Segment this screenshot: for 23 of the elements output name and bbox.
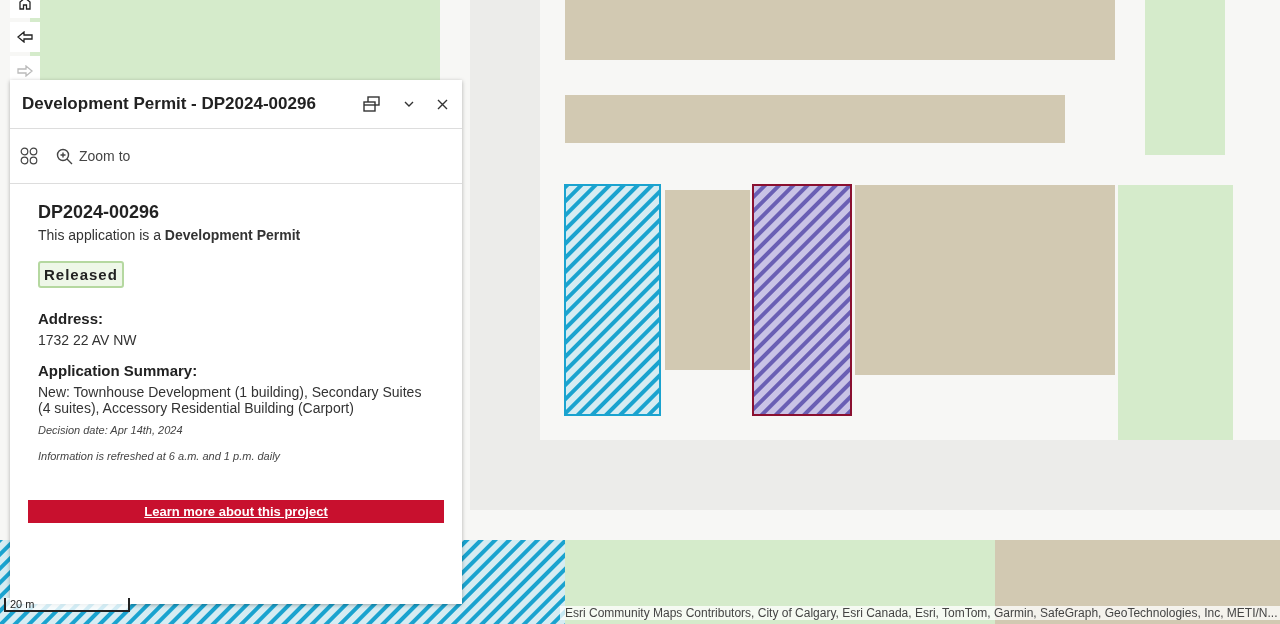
application-type-text: This application is a Development Permit: [38, 227, 301, 243]
home-icon: [18, 0, 32, 10]
forward-arrow-icon: [17, 65, 33, 77]
zoom-in-icon: [56, 147, 73, 165]
status-badge: Released: [38, 261, 124, 288]
dock-icon[interactable]: [363, 96, 381, 112]
zoom-to-button[interactable]: Zoom to: [56, 147, 131, 165]
note-text: Decision date: Apr 14th, 2024: [38, 424, 183, 437]
learn-more-link[interactable]: Learn more about this project: [28, 500, 444, 524]
popup-title: Development Permit - DP2024-00296: [22, 94, 317, 114]
field-value: New: Townhouse Development (1 building), Secondary Suites (4 suites), Accessory Residential Building (Carport): [38, 384, 422, 417]
attribution-text: Esri Community Maps Contributors, City of Calgary, Esri Canada, Esri, TomTom, Garmin, SafeGraph, GeoTechnologies, Inc, METI/N...: [560, 606, 1280, 620]
field-label: Application Summary:: [38, 362, 198, 380]
scale-bar: 20 m: [4, 598, 130, 612]
field-value: 1732 22 AV NW: [38, 332, 137, 349]
permit-number: DP2024-00296: [38, 202, 160, 223]
back-button[interactable]: [10, 22, 40, 52]
back-arrow-icon: [17, 31, 33, 43]
options-icon[interactable]: [20, 147, 38, 165]
collapse-icon[interactable]: [403, 100, 415, 108]
note-text: Information is refreshed at 6 a.m. and 1 p.m. daily: [38, 450, 281, 463]
field-label: Address:: [38, 310, 104, 327]
close-icon[interactable]: [437, 98, 448, 110]
